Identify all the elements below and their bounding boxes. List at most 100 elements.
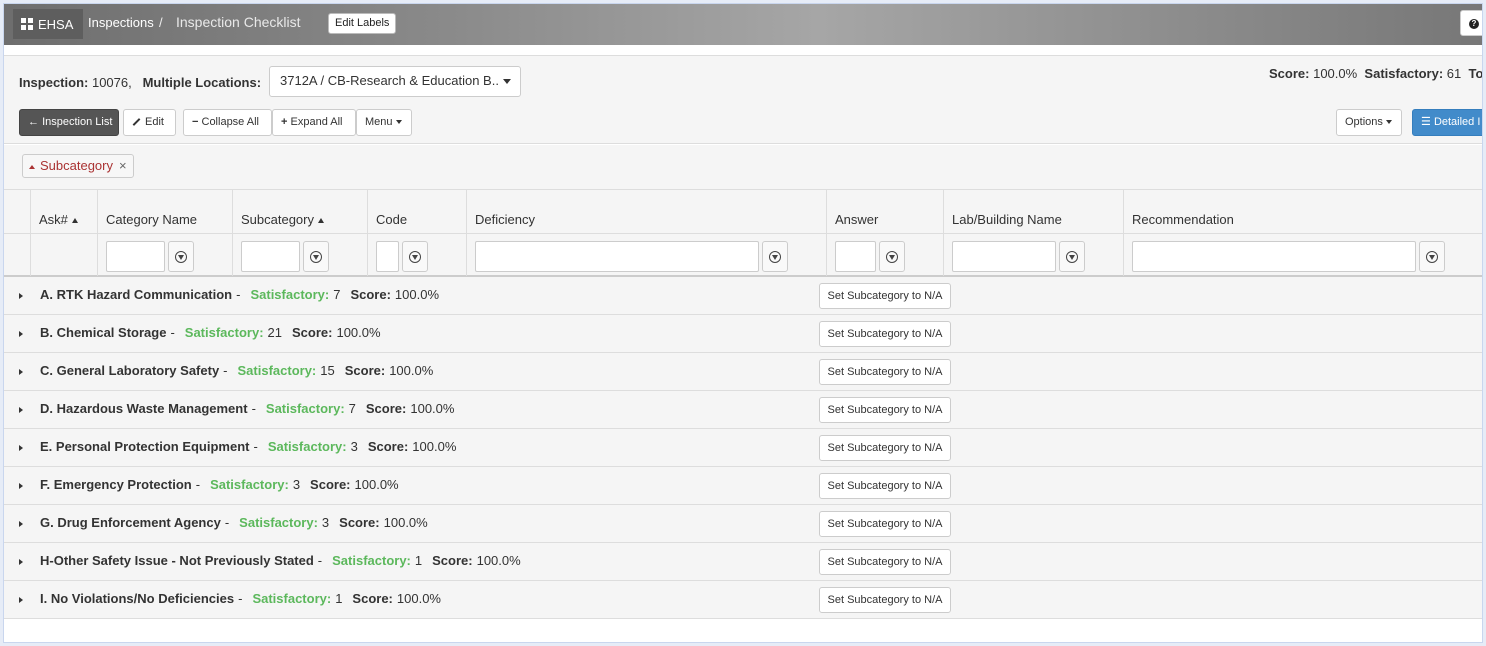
- group-row[interactable]: A. RTK Hazard Communication - Satisfactory…: [4, 277, 1482, 315]
- column-header-lab[interactable]: Lab/Building Name: [952, 212, 1062, 227]
- set-subcategory-na-button[interactable]: Set Subcategory to N/A: [819, 359, 951, 385]
- deficiency-filter-button[interactable]: [762, 241, 788, 272]
- subcategory-filter-button[interactable]: [303, 241, 329, 272]
- group-name: F. Emergency Protection: [40, 477, 192, 492]
- apps-grid-icon: [21, 18, 33, 30]
- score-label: Score:: [310, 477, 351, 492]
- arrow-left-icon: ←: [28, 116, 39, 128]
- group-separator: -: [238, 591, 243, 606]
- group-row[interactable]: D. Hazardous Waste Management - Satisfacto…: [4, 391, 1482, 429]
- set-subcategory-na-button[interactable]: Set Subcategory to N/A: [819, 435, 951, 461]
- column-header-category[interactable]: Category Name: [106, 212, 197, 227]
- grid-header: Ask# Category Name Subcategory Code Defi…: [4, 189, 1482, 277]
- code-filter-input[interactable]: [376, 241, 399, 272]
- expand-caret-icon[interactable]: [19, 369, 23, 375]
- group-separator: -: [236, 287, 241, 302]
- inspection-label: Inspection:: [19, 75, 89, 90]
- score-value: 100.0%: [1313, 66, 1358, 81]
- satisfactory-count: 3: [292, 477, 301, 492]
- expand-all-button[interactable]: + Expand All: [272, 109, 356, 136]
- score-value: 100.0%: [476, 553, 521, 568]
- recommendation-filter-input[interactable]: [1132, 241, 1416, 272]
- brand-home-link[interactable]: EHSA: [13, 9, 83, 39]
- column-header-deficiency[interactable]: Deficiency: [475, 212, 535, 227]
- set-subcategory-na-button[interactable]: Set Subcategory to N/A: [819, 283, 951, 309]
- group-row[interactable]: F. Emergency Protection - Satisfactory: 3 Sc…: [4, 467, 1482, 505]
- lab-filter-input[interactable]: [952, 241, 1056, 272]
- satisfactory-label: Satisfactory:: [1364, 66, 1444, 81]
- remove-group-icon[interactable]: ×: [119, 158, 127, 173]
- set-subcategory-na-button[interactable]: Set Subcategory to N/A: [819, 587, 951, 613]
- group-row[interactable]: I. No Violations/No Deficiencies - Satisfa…: [4, 581, 1482, 619]
- set-subcategory-na-button[interactable]: Set Subcategory to N/A: [819, 321, 951, 347]
- list-icon: ☰: [1421, 116, 1431, 128]
- column-header-answer[interactable]: Answer: [835, 212, 878, 227]
- group-row[interactable]: G. Drug Enforcement Agency - Satisfactory:…: [4, 505, 1482, 543]
- subcategory-filter-input[interactable]: [241, 241, 300, 272]
- expand-caret-icon[interactable]: [19, 483, 23, 489]
- group-name: B. Chemical Storage: [40, 325, 167, 340]
- expand-caret-icon[interactable]: [19, 331, 23, 337]
- expand-caret-icon[interactable]: [19, 445, 23, 451]
- group-name: E. Personal Protection Equipment: [40, 439, 250, 454]
- recommendation-filter-button[interactable]: [1419, 241, 1445, 272]
- group-name: G. Drug Enforcement Agency: [40, 515, 221, 530]
- location-select[interactable]: 3712A / CB-Research & Education B..: [269, 66, 521, 97]
- column-header-ask[interactable]: Ask#: [39, 212, 78, 227]
- expand-caret-icon[interactable]: [19, 597, 23, 603]
- inspection-id: 10076,: [91, 75, 132, 90]
- group-summary: C. General Laboratory Safety - Satisfactor…: [40, 363, 433, 378]
- inspection-list-button[interactable]: ← Inspection List: [19, 109, 119, 136]
- column-header-subcategory[interactable]: Subcategory: [241, 212, 324, 227]
- set-subcategory-na-button[interactable]: Set Subcategory to N/A: [819, 473, 951, 499]
- group-row[interactable]: E. Personal Protection Equipment - Satisfa…: [4, 429, 1482, 467]
- score-label: Score:: [350, 287, 391, 302]
- menu-button[interactable]: Menu: [356, 109, 412, 136]
- answer-filter-button[interactable]: [879, 241, 905, 272]
- category-filter-button[interactable]: [168, 241, 194, 272]
- column-header-code[interactable]: Code: [376, 212, 407, 227]
- set-subcategory-na-button[interactable]: Set Subcategory to N/A: [819, 397, 951, 423]
- score-value: 100.0%: [410, 401, 455, 416]
- satisfactory-count: 3: [350, 439, 358, 454]
- group-summary: E. Personal Protection Equipment - Satisfa…: [40, 439, 456, 454]
- pencil-icon: [132, 118, 141, 126]
- caret-down-icon: [1385, 120, 1392, 125]
- deficiency-filter-input[interactable]: [475, 241, 759, 272]
- expand-caret-icon[interactable]: [19, 293, 23, 299]
- expand-caret-icon[interactable]: [19, 559, 23, 565]
- collapse-all-label: Collapse All: [201, 116, 259, 128]
- options-button[interactable]: Options: [1336, 109, 1402, 136]
- category-filter-input[interactable]: [106, 241, 165, 272]
- column-ask-label: Ask#: [39, 212, 68, 227]
- group-row[interactable]: C. General Laboratory Safety - Satisfactor…: [4, 353, 1482, 391]
- group-summary: G. Drug Enforcement Agency - Satisfactory:…: [40, 515, 428, 530]
- column-header-recommendation[interactable]: Recommendation: [1132, 212, 1234, 227]
- collapse-all-button[interactable]: − Collapse All: [183, 109, 272, 136]
- caret-down-icon: [395, 120, 402, 125]
- lab-filter-button[interactable]: [1059, 241, 1085, 272]
- edit-labels-button[interactable]: Edit Labels: [328, 13, 397, 34]
- score-value: 100.0%: [396, 591, 441, 606]
- set-subcategory-na-button[interactable]: Set Subcategory to N/A: [819, 549, 951, 575]
- group-separator: -: [223, 363, 228, 378]
- satisfactory-count: 3: [321, 515, 330, 530]
- set-subcategory-na-button[interactable]: Set Subcategory to N/A: [819, 511, 951, 537]
- edit-button[interactable]: Edit: [123, 109, 176, 136]
- expand-caret-icon[interactable]: [19, 407, 23, 413]
- expand-caret-icon[interactable]: [19, 521, 23, 527]
- group-row[interactable]: H-Other Safety Issue - Not Previously St…: [4, 543, 1482, 581]
- answer-filter-input[interactable]: [835, 241, 876, 272]
- satisfactory-label: Satisfactory:: [237, 363, 317, 378]
- group-chip-subcategory[interactable]: Subcategory ×: [22, 154, 134, 178]
- help-button[interactable]: ?: [1460, 10, 1482, 36]
- group-row[interactable]: B. Chemical Storage - Satisfactory: 21 Score…: [4, 315, 1482, 353]
- chevron-down-icon: [503, 79, 511, 84]
- satisfactory-value: 61: [1446, 66, 1462, 81]
- score-value: 100.0%: [389, 363, 434, 378]
- satisfactory-count: 1: [335, 591, 343, 606]
- code-filter-button[interactable]: [402, 241, 428, 272]
- group-separator: -: [253, 439, 258, 454]
- breadcrumb-inspections-link[interactable]: Inspections: [88, 15, 154, 30]
- detailed-view-button[interactable]: ☰ Detailed I: [1412, 109, 1482, 136]
